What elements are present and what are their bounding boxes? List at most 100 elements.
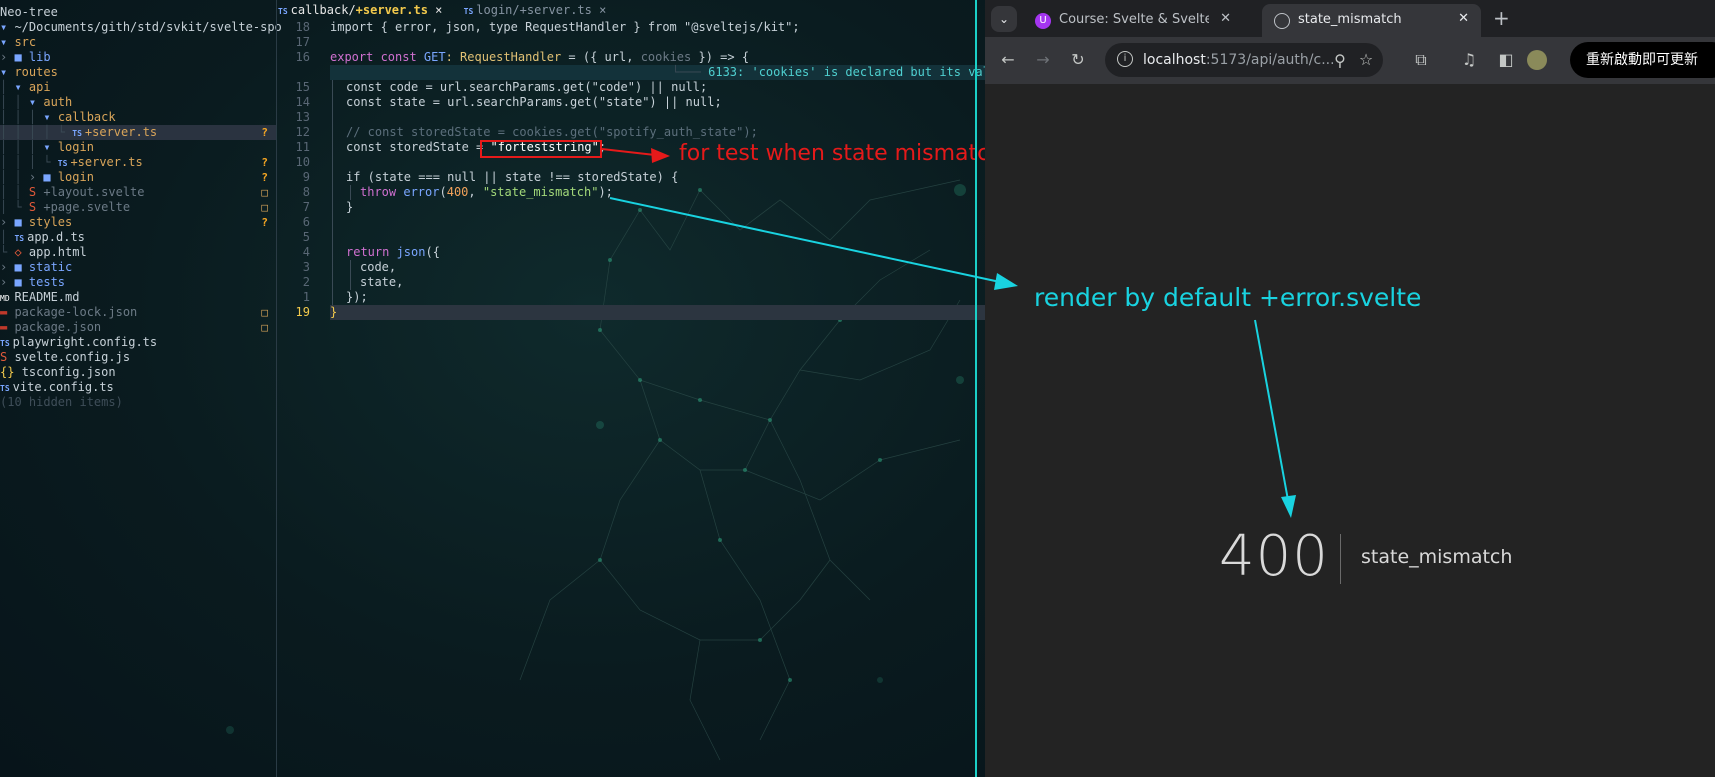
browser-tab-active[interactable]: state_mismatch ✕	[1262, 4, 1481, 37]
typescript-icon: TS	[0, 339, 10, 348]
site-info-icon[interactable]: i	[1117, 51, 1133, 67]
indent-guide	[332, 80, 333, 320]
line-number: 10	[295, 155, 310, 169]
line-number: 5	[302, 230, 310, 244]
tree-item-vite-config[interactable]: TS vite.config.ts	[0, 380, 276, 395]
extensions-icon[interactable]: ⧉	[1410, 50, 1432, 70]
code-comment[interactable]: // const storedState = cookies.get("spot…	[346, 125, 758, 140]
current-line-number: 19	[295, 305, 310, 319]
close-icon[interactable]: ✕	[1220, 11, 1231, 26]
tree-item-app-d-ts[interactable]: │ TS app.d.ts	[0, 230, 276, 245]
tree-item-static[interactable]: › ■ static	[0, 260, 276, 275]
typescript-icon: TS	[0, 384, 10, 393]
tab-search-icon[interactable]: ⌄	[991, 6, 1017, 32]
media-controls-icon[interactable]: ♫	[1458, 50, 1480, 69]
code-text: (	[439, 185, 447, 199]
close-icon[interactable]: ×	[435, 3, 442, 17]
new-tab-icon[interactable]: +	[1493, 6, 1510, 30]
profile-avatar[interactable]	[1527, 50, 1547, 70]
code-line[interactable]: }	[346, 200, 353, 215]
code-line[interactable]: code,	[360, 260, 396, 275]
tree-item-auth[interactable]: │ │ ▾ auth	[0, 95, 276, 110]
code-line[interactable]: }	[330, 305, 337, 320]
neovim-window: Neo-tree ▾ ~/Documents/gith/std/svkit/sv…	[0, 0, 985, 777]
line-number: 17	[295, 35, 310, 49]
tree-item-label: login	[57, 170, 94, 184]
tree-item-api[interactable]: │ ▾ api	[0, 80, 276, 95]
tree-item-package-lock[interactable]: ▬ package-lock.json □	[0, 305, 276, 320]
line-number: 13	[295, 110, 310, 124]
tree-item-styles[interactable]: › ■ styles?	[0, 215, 276, 230]
tree-item-svelte-config[interactable]: S svelte.config.js	[0, 350, 276, 365]
bookmark-star-icon[interactable]: ☆	[1355, 50, 1377, 69]
tree-item-package-json[interactable]: ▬ package.json □	[0, 320, 276, 335]
tree-item-callback-server[interactable]: │ │ │ │ └ TS +server.ts?	[0, 125, 276, 140]
address-bar[interactable]: i localhost:5173/api/auth/c... ⚲ ☆	[1105, 43, 1383, 77]
back-arrow-icon[interactable]: ←	[997, 50, 1019, 69]
update-button[interactable]: 重新啟動即可更新	[1570, 42, 1715, 78]
chevron-right-icon: ›	[0, 50, 15, 64]
tree-item-tsconfig[interactable]: {} tsconfig.json	[0, 365, 276, 380]
code-line[interactable]: });	[346, 290, 368, 305]
tree-item-routes[interactable]: ▾ routes	[0, 65, 276, 80]
code-keyword: return	[346, 245, 397, 259]
line-number: 6	[302, 215, 310, 229]
tab-callback-server[interactable]: TS callback/+server.ts ×	[278, 3, 442, 17]
indent-guide	[350, 185, 351, 200]
forward-arrow-icon[interactable]: →	[1032, 50, 1054, 69]
zoom-icon[interactable]: ⚲	[1329, 51, 1351, 70]
code-text: = ({ url,	[561, 50, 641, 64]
tree-item-login-dir[interactable]: │ │ │ ▾ login	[0, 140, 276, 155]
line-number: 11	[295, 140, 310, 154]
side-panel-icon[interactable]: ◧	[1495, 50, 1517, 69]
html-icon: ◇	[14, 245, 29, 259]
tree-item-layout[interactable]: │ │ S +layout.svelte □	[0, 185, 276, 200]
line-number: 12	[295, 125, 310, 139]
code-line[interactable]: state,	[360, 275, 403, 290]
tree-item-callback[interactable]: │ │ │ ▾ callback	[0, 110, 276, 125]
code-line[interactable]: return json({	[346, 245, 440, 260]
folder-open-icon: ▾	[43, 140, 58, 154]
line-number: 2	[302, 275, 310, 289]
code-line[interactable]: import { error, json, type RequestHandle…	[330, 20, 800, 35]
annotation-note-cyan: render by default +error.svelte	[1034, 283, 1422, 312]
close-icon[interactable]: ✕	[1458, 11, 1469, 26]
code-text: const state = url.searchParams.get("stat…	[346, 95, 722, 109]
line-number: 4	[302, 245, 310, 259]
code-identifier: GET	[423, 50, 446, 64]
folder-open-icon: ▾	[28, 95, 44, 109]
tree-item-app-html[interactable]: └ ◇ app.html	[0, 245, 276, 260]
tree-item-readme[interactable]: MD README.md	[0, 290, 276, 305]
folder-icon: ■	[43, 170, 58, 184]
tree-item-label: app.d.ts	[27, 230, 85, 244]
neotree-root-path: ▾ ~/Documents/gith/std/svkit/svelte-spo	[0, 20, 282, 35]
code-type: : RequestHandler	[445, 50, 562, 64]
reload-icon[interactable]: ↻	[1067, 50, 1089, 69]
tree-item-login[interactable]: │ │ › ■ login?	[0, 170, 276, 185]
code-number: 400	[446, 185, 469, 199]
npm-icon: ▬	[0, 320, 15, 334]
code-line[interactable]: const state = url.searchParams.get("stat…	[346, 95, 722, 110]
error-message: state_mismatch	[1361, 546, 1513, 568]
svelte-icon: S	[28, 185, 44, 199]
code-line[interactable]: throw error(400, "state_mismatch");	[360, 185, 613, 200]
tree-item-tests[interactable]: › ■ tests	[0, 275, 276, 290]
tree-item-label: callback	[57, 110, 116, 124]
tree-item-lib[interactable]: › ■ lib	[0, 50, 276, 65]
tab-login-server[interactable]: TS login/+server.ts ×	[464, 3, 607, 17]
tree-item-page[interactable]: │ └ S +page.svelte □	[0, 200, 276, 215]
chevron-right-icon: ›	[0, 215, 15, 229]
code-line[interactable]: const code = url.searchParams.get("code"…	[346, 80, 707, 95]
code-line[interactable]: if (state === null || state !== storedSt…	[346, 170, 678, 185]
browser-tab-course[interactable]: U Course: Svelte & SvelteKit ✕	[1023, 4, 1243, 37]
annotation-highlight-box	[480, 140, 602, 158]
chevron-right-icon: ›	[0, 260, 15, 274]
cursor-line	[330, 305, 985, 320]
tree-item-login-server[interactable]: │ │ │ └ TS +server.ts?	[0, 155, 276, 170]
code-line[interactable]: export const GET: RequestHandler = ({ ur…	[330, 50, 749, 65]
tree-item-src[interactable]: ▾ src	[0, 35, 276, 50]
close-icon[interactable]: ×	[599, 3, 606, 17]
tab-name: +server.ts	[519, 3, 592, 17]
tree-item-playwright[interactable]: TS playwright.config.ts	[0, 335, 276, 350]
tree-hidden-items: (10 hidden items)	[0, 395, 123, 409]
